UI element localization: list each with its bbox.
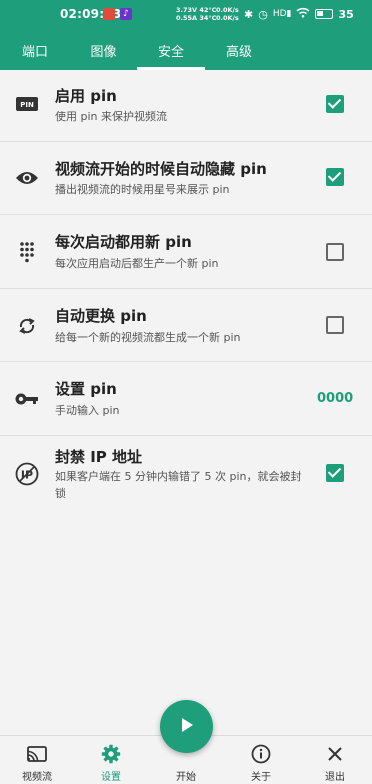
setting-title: 启用 pin bbox=[55, 87, 117, 105]
tab-label: 端口 bbox=[21, 44, 48, 60]
download-speed-text: 0.0K/s bbox=[216, 14, 239, 22]
svg-text:PIN: PIN bbox=[20, 101, 34, 109]
enable-pin-checkbox[interactable] bbox=[326, 95, 344, 113]
network-speed: 0.0K/s 0.0K/s bbox=[216, 6, 239, 22]
tab-label: 高级 bbox=[225, 44, 252, 60]
settings-list: PIN 启用 pin 使用 pin 来保护视频流 视频流开始的时候自动隐藏 pi… bbox=[0, 70, 372, 512]
tab-image[interactable]: 图像 bbox=[70, 30, 137, 70]
tiktok-notification-icon: ♪ bbox=[120, 8, 132, 20]
nav-about[interactable]: 关于 bbox=[224, 736, 298, 784]
status-bar: 02:09:23 ♪ 3.73V 42°C 0.55A 34°C 0.0K/s … bbox=[0, 0, 372, 30]
eye-icon bbox=[14, 165, 40, 191]
auto-change-pin-checkbox[interactable] bbox=[326, 316, 344, 334]
tab-label: 安全 bbox=[157, 44, 184, 60]
setting-title: 每次启动都用新 pin bbox=[55, 233, 192, 251]
setting-subtitle: 每次应用启动后都生产一个新 pin bbox=[55, 257, 219, 270]
pin-badge-icon: PIN bbox=[14, 91, 40, 117]
setting-auto-change-pin[interactable]: 自动更换 pin 给每一个新的视频流都生成一个新 pin bbox=[0, 289, 372, 362]
voltage-temp-text: 3.73V 42°C bbox=[176, 6, 217, 14]
current-temp-text: 0.55A 34°C bbox=[176, 14, 217, 22]
battery-stats: 3.73V 42°C 0.55A 34°C bbox=[176, 6, 216, 22]
refresh-icon bbox=[14, 313, 40, 339]
upload-speed-text: 0.0K/s bbox=[216, 6, 239, 14]
setting-auto-hide-pin[interactable]: 视频流开始的时候自动隐藏 pin 播出视频流的时候用星号来展示 pin bbox=[0, 142, 372, 215]
info-icon bbox=[251, 744, 271, 764]
tab-bar: 端口 图像 安全 高级 bbox=[0, 30, 372, 70]
setting-subtitle: 手动输入 pin bbox=[55, 404, 120, 417]
setting-subtitle: 播出视频流的时候用星号来展示 pin bbox=[55, 183, 230, 196]
setting-block-ip[interactable]: IP 封禁 IP 地址 如果客户端在 5 分钟内输错了 5 次 pin，就会被封… bbox=[0, 436, 372, 512]
nav-label: 设置 bbox=[101, 772, 121, 783]
bluetooth-icon: ✱ bbox=[244, 7, 254, 21]
gear-icon bbox=[101, 744, 121, 764]
app-notification-icon bbox=[103, 8, 115, 20]
setting-title: 设置 pin bbox=[55, 380, 117, 398]
nav-label: 视频流 bbox=[22, 772, 52, 783]
setting-title: 封禁 IP 地址 bbox=[55, 448, 143, 466]
nav-label: 关于 bbox=[251, 772, 271, 783]
wifi-icon bbox=[296, 7, 311, 21]
key-icon bbox=[14, 386, 40, 412]
nav-exit[interactable]: 退出 bbox=[298, 736, 372, 784]
nav-settings[interactable]: 设置 bbox=[74, 736, 148, 784]
setting-enable-pin[interactable]: PIN 启用 pin 使用 pin 来保护视频流 bbox=[0, 70, 372, 142]
setting-title: 自动更换 pin bbox=[55, 307, 147, 325]
play-icon bbox=[180, 717, 194, 737]
tab-security[interactable]: 安全 bbox=[137, 30, 205, 70]
cast-icon bbox=[27, 744, 47, 764]
setting-new-pin-on-start[interactable]: 每次启动都用新 pin 每次应用启动后都生产一个新 pin bbox=[0, 215, 372, 289]
pin-value: 0000 bbox=[317, 391, 354, 406]
nav-label: 退出 bbox=[325, 772, 345, 783]
signal-icon: HD▮ bbox=[272, 9, 292, 19]
setting-subtitle: 给每一个新的视频流都生成一个新 pin bbox=[55, 331, 241, 344]
status-icons: ✱ ◷ HD▮ 35 bbox=[244, 6, 354, 22]
tab-port[interactable]: 端口 bbox=[0, 30, 70, 70]
dialpad-icon bbox=[14, 239, 40, 265]
block-ip-checkbox[interactable] bbox=[326, 464, 344, 482]
nav-label: 开始 bbox=[176, 772, 196, 783]
ip-block-icon: IP bbox=[14, 461, 40, 487]
close-icon bbox=[325, 744, 345, 764]
auto-hide-pin-checkbox[interactable] bbox=[326, 168, 344, 186]
new-pin-on-start-checkbox[interactable] bbox=[326, 243, 344, 261]
tab-label: 图像 bbox=[90, 44, 117, 60]
nav-stream[interactable]: 视频流 bbox=[0, 736, 74, 784]
alarm-icon: ◷ bbox=[258, 7, 268, 21]
setting-title: 视频流开始的时候自动隐藏 pin bbox=[55, 160, 267, 178]
battery-level: 35 bbox=[338, 7, 354, 21]
setting-subtitle: 如果客户端在 5 分钟内输错了 5 次 pin，就会被封锁 bbox=[55, 470, 302, 500]
battery-icon bbox=[315, 9, 334, 19]
setting-set-pin[interactable]: 设置 pin 手动输入 pin 0000 bbox=[0, 362, 372, 436]
network-label: HD bbox=[272, 9, 287, 19]
start-fab-button[interactable] bbox=[160, 700, 213, 753]
setting-subtitle: 使用 pin 来保护视频流 bbox=[55, 110, 168, 123]
tab-advanced[interactable]: 高级 bbox=[205, 30, 273, 70]
